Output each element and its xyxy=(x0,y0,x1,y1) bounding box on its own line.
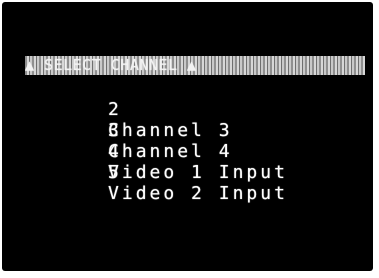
menu-item-number: 3 xyxy=(108,120,122,141)
tv-screen: ▲ SELECT CHANNEL ▲ 2 Channel 3 3 Channel… xyxy=(2,2,373,271)
menu-item-label: Channel 3 xyxy=(108,120,233,141)
menu-item-number: 5 xyxy=(108,162,122,183)
menu-item-label: Video 2 Input xyxy=(108,183,288,204)
menu-header: ▲ SELECT CHANNEL ▲ xyxy=(25,56,365,75)
channel-menu-list: 2 Channel 3 3 Channel 4 4 Video 1 Input … xyxy=(25,78,365,204)
menu-item-label: Channel 4 xyxy=(108,141,233,162)
menu-item-channel-3[interactable]: 2 Channel 3 xyxy=(25,78,365,141)
menu-item-number: 2 xyxy=(108,99,122,120)
menu-item-label: Video 1 Input xyxy=(108,162,288,183)
menu-item-number: 4 xyxy=(108,141,122,162)
